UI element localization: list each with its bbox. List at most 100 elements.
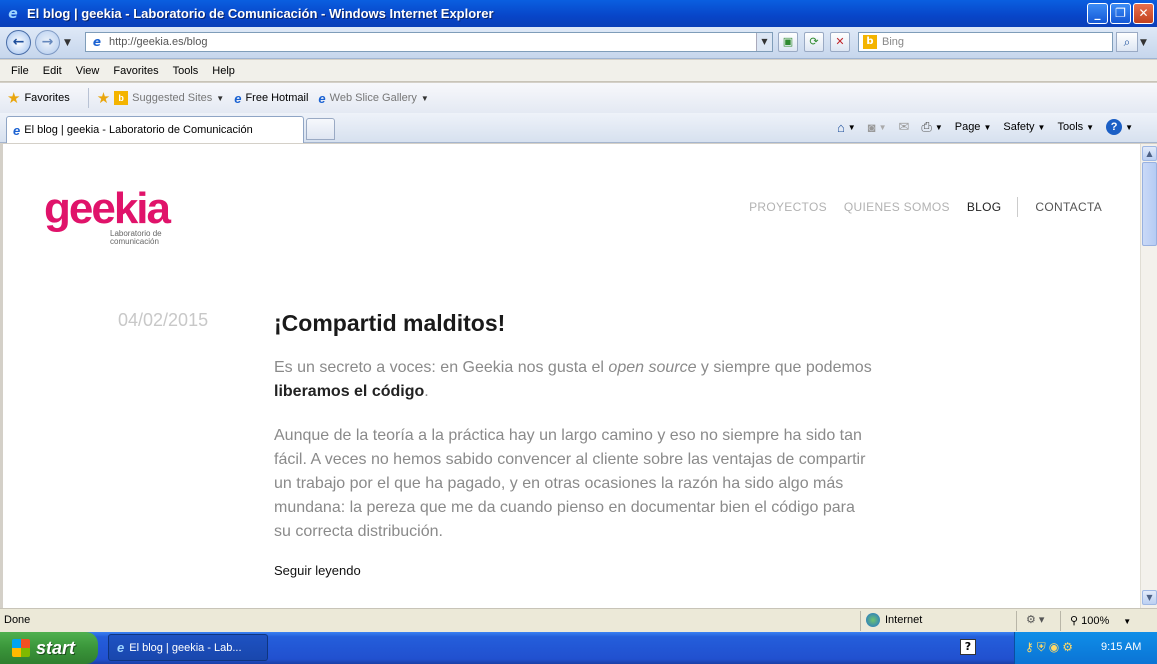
security-zone[interactable]: Internet — [866, 613, 922, 627]
nav-contacta[interactable]: CONTACTA — [1035, 200, 1102, 214]
post-date: 04/02/2015 — [118, 310, 209, 330]
menu-help[interactable]: Help — [205, 65, 242, 77]
home-button[interactable]: ⌂ ▼ — [837, 120, 856, 135]
nav-blog[interactable]: BLOG — [967, 200, 1002, 214]
post-paragraph-2: Aunque de la teoría a la práctica hay un… — [274, 427, 866, 540]
zoom-magnifier-icon: ⚲ — [1070, 615, 1082, 627]
close-button[interactable]: ✕ — [1133, 3, 1154, 24]
internet-explorer-icon: e — [117, 640, 125, 655]
page-menu-label: Page — [954, 121, 981, 133]
favorites-separator — [87, 88, 89, 108]
chevron-down-icon[interactable]: ▼ — [421, 94, 429, 103]
nav-quienes-somos[interactable]: QUIENES SOMOS — [844, 200, 950, 214]
print-button[interactable]: ⎙ ▼ — [921, 119, 942, 135]
menu-tools[interactable]: Tools — [166, 65, 206, 77]
command-bar: ⌂ ▼ ◙ ▼ ✉ ⎙ ▼ Page ▼ Safety ▼ Tools ▼ ? ▼ — [825, 119, 1133, 135]
status-bar: Done Internet ⚙ ▾ ⚲ 100% ▼ — [0, 608, 1157, 632]
bing-icon: b — [114, 91, 129, 105]
system-tray: ⚷⛨◉⚙ 9:15 AM — [1014, 632, 1157, 664]
nav-divider — [1017, 197, 1019, 217]
chevron-down-icon: ▼ — [983, 122, 992, 132]
refresh-button[interactable]: ⟳ — [804, 32, 824, 52]
safety-menu[interactable]: Safety ▼ — [1003, 121, 1045, 133]
home-icon: ⌂ — [836, 119, 845, 135]
help-menu[interactable]: ? ▼ — [1106, 119, 1133, 135]
search-options-dropdown-icon[interactable]: ▼ — [1140, 38, 1147, 48]
read-more-link[interactable]: Seguir leyendo — [274, 563, 361, 578]
geekia-logo[interactable]: geekia Laboratorio de comunicación — [44, 187, 171, 246]
search-box[interactable]: b Bing — [858, 32, 1113, 52]
page-viewport[interactable]: geekia Laboratorio de comunicación PROYE… — [3, 144, 1140, 608]
new-tab-button[interactable] — [306, 118, 335, 140]
printer-icon: ⎙ — [921, 119, 932, 134]
paragraph-text: y siempre que podemos — [696, 359, 872, 376]
menu-view[interactable]: View — [69, 65, 107, 77]
post-excerpt: Es un secreto a voces: en Geekia nos gus… — [274, 356, 874, 564]
minimize-button[interactable]: _ — [1087, 3, 1108, 24]
status-text: Done — [4, 614, 31, 626]
internet-explorer-icon: e — [8, 5, 18, 22]
maximize-button[interactable]: ❐ — [1110, 3, 1131, 24]
recent-pages-dropdown-icon[interactable]: ▼ — [64, 38, 71, 48]
logo-tagline-line-2: comunicación — [110, 237, 159, 246]
nav-proyectos[interactable]: PROYECTOS — [749, 200, 827, 214]
status-divider — [1016, 611, 1017, 631]
status-divider — [1060, 611, 1061, 631]
tools-menu-label: Tools — [1057, 121, 1084, 133]
forward-button[interactable]: → — [35, 30, 60, 55]
favorites-bar: ★ Favorites ★ b Suggested Sites ▼ e Free… — [0, 83, 1157, 113]
address-toolbar: ← → ▼ e http://geekia.es/blog ▼ ▣ ⟳ ✕ b … — [0, 27, 1157, 59]
taskbar-item-ie[interactable]: e El blog | geekia - Lab... — [108, 634, 268, 661]
zoom-control[interactable]: ⚲ 100% ▼ — [1070, 614, 1131, 627]
taskbar-item-label: El blog | geekia - Lab... — [129, 641, 242, 654]
chevron-down-icon[interactable]: ▼ — [1123, 617, 1131, 626]
suggested-sites-link[interactable]: b Suggested Sites ▼ — [114, 91, 224, 105]
tab-geekia-blog[interactable]: e El blog | geekia - Laboratorio de Comu… — [6, 116, 304, 143]
window-title: El blog | geekia - Laboratorio de Comuni… — [27, 6, 494, 21]
feeds-button[interactable]: ◙ ▼ — [868, 120, 887, 135]
address-url[interactable]: http://geekia.es/blog — [109, 36, 207, 48]
post-title[interactable]: ¡Compartid malditos! — [274, 310, 505, 337]
scrollbar-thumb[interactable] — [1142, 162, 1157, 246]
safety-menu-label: Safety — [1003, 121, 1035, 133]
windows-taskbar: start e El blog | geekia - Lab... ? ⚷⛨◉⚙… — [0, 632, 1157, 664]
clock[interactable]: 9:15 AM — [1101, 641, 1141, 653]
ie-page-icon: e — [13, 122, 21, 138]
paragraph-text: Es un secreto a voces: en Geekia nos gus… — [274, 359, 609, 376]
add-to-favorites-icon[interactable]: ★ — [97, 89, 110, 107]
web-slice-gallery-link[interactable]: e Web Slice Gallery ▼ — [318, 91, 428, 106]
help-icon[interactable]: ? — [960, 639, 976, 655]
read-mail-button[interactable]: ✉ — [899, 119, 910, 135]
scroll-down-icon[interactable]: ▼ — [1142, 590, 1157, 605]
ie-page-icon: e — [234, 90, 242, 106]
menu-edit[interactable]: Edit — [36, 65, 69, 77]
start-button[interactable]: start — [0, 632, 98, 664]
favorites-button[interactable]: ★ Favorites — [7, 89, 70, 107]
compatibility-view-button[interactable]: ▣ — [778, 32, 798, 52]
page-menu[interactable]: Page ▼ — [955, 121, 992, 133]
window-title-bar[interactable]: e El blog | geekia - Laboratorio de Comu… — [0, 0, 1157, 27]
menu-bar: File Edit View Favorites Tools Help — [0, 60, 1157, 82]
chevron-down-icon[interactable]: ▼ — [848, 123, 856, 132]
tools-menu[interactable]: Tools ▼ — [1057, 121, 1094, 133]
free-hotmail-label: Free Hotmail — [245, 92, 309, 104]
chevron-down-icon: ▼ — [1037, 122, 1046, 132]
chevron-down-icon[interactable]: ▼ — [216, 94, 224, 103]
chevron-down-icon[interactable]: ▼ — [935, 123, 943, 132]
vertical-scrollbar[interactable]: ▲ ▼ — [1140, 144, 1157, 608]
ie-page-icon: e — [318, 90, 326, 106]
stop-button[interactable]: ✕ — [830, 32, 850, 52]
emphasis-open-source: open source — [608, 359, 697, 376]
protected-mode-icon[interactable]: ⚙ ▾ — [1026, 613, 1044, 626]
tray-icons[interactable]: ⚷⛨◉⚙ — [1025, 640, 1076, 655]
address-bar[interactable]: e http://geekia.es/blog ▼ — [85, 32, 773, 52]
menu-favorites[interactable]: Favorites — [106, 65, 165, 77]
menu-file[interactable]: File — [4, 65, 36, 77]
back-button[interactable]: ← — [6, 30, 31, 55]
free-hotmail-link[interactable]: e Free Hotmail — [234, 91, 308, 106]
address-dropdown-icon[interactable]: ▼ — [756, 33, 772, 51]
search-button[interactable]: ⌕ — [1116, 32, 1138, 52]
search-placeholder: Bing — [882, 36, 905, 48]
scroll-up-icon[interactable]: ▲ — [1142, 146, 1157, 161]
rss-icon: ◙ — [867, 119, 876, 135]
